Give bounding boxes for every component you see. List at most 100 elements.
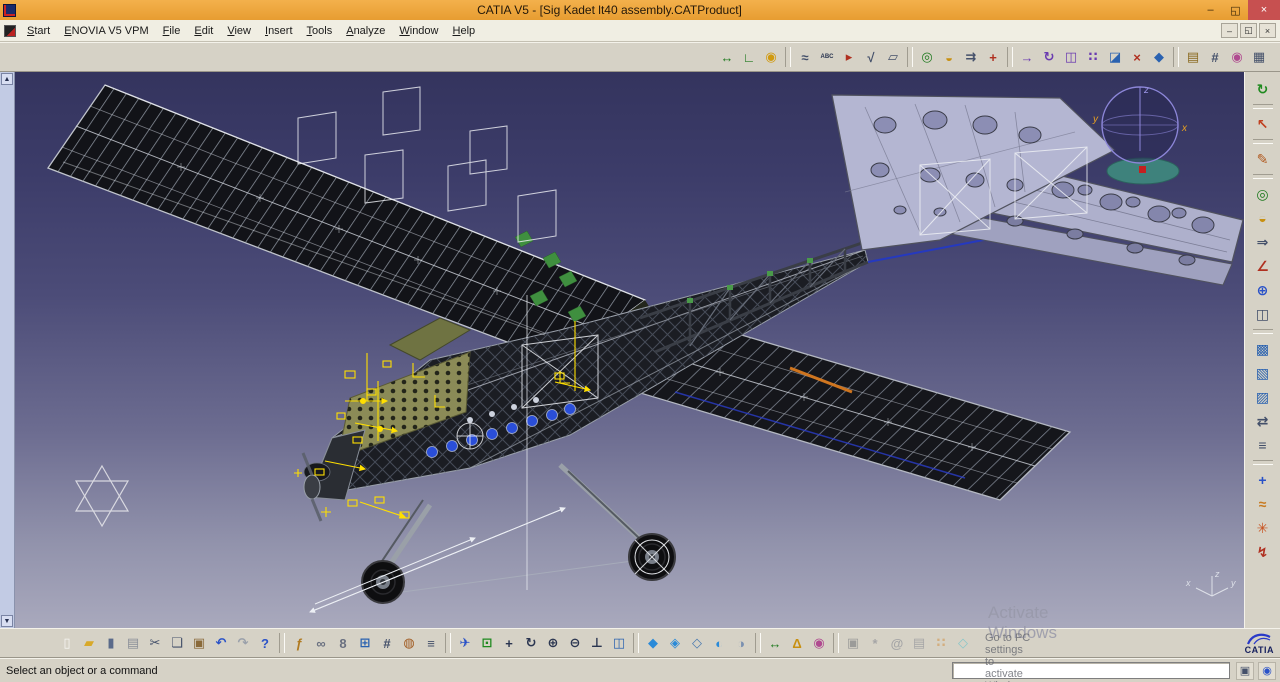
view-compass[interactable]: z y x <box>1092 85 1188 184</box>
mdi-minimize-button[interactable]: – <box>1221 23 1238 38</box>
sketcher-icon[interactable]: ✎ <box>1251 147 1275 171</box>
shading-edges-icon[interactable]: ◈ <box>664 632 686 654</box>
swept-volume-icon[interactable]: ◆ <box>1148 46 1170 68</box>
command-list-icon[interactable]: ▣ <box>1236 662 1254 680</box>
undo-icon[interactable]: ↶ <box>210 632 232 654</box>
catalog-browser-icon[interactable]: ▤ <box>1182 46 1204 68</box>
menu-help[interactable]: Help <box>446 22 483 40</box>
fix-together-icon[interactable]: ◫ <box>1251 302 1275 326</box>
specifications-icon[interactable]: ≡ <box>420 632 442 654</box>
roughness-symbol-icon[interactable]: √ <box>860 46 882 68</box>
graph-tree-reordering-icon[interactable]: ≡ <box>1251 433 1275 457</box>
redo-icon[interactable]: ↷ <box>232 632 254 654</box>
publish-icon[interactable]: @ <box>886 632 908 654</box>
measure-between-icon[interactable]: ↔ <box>764 632 786 654</box>
options-grid-icon[interactable]: ▦ <box>1248 46 1270 68</box>
product-graph-icon[interactable]: # <box>1204 46 1226 68</box>
zoom-out-icon[interactable]: ⊖ <box>564 632 586 654</box>
print-preview-icon[interactable]: ▤ <box>908 632 930 654</box>
menu-view[interactable]: View <box>220 22 258 40</box>
explode-icon[interactable]: ✳ <box>1251 516 1275 540</box>
command-input[interactable] <box>952 662 1230 679</box>
scroll-down-icon[interactable]: ▼ <box>1 615 13 627</box>
annotation-plane-icon[interactable]: ▱ <box>882 46 904 68</box>
rotate-component-icon[interactable]: ↻ <box>1038 46 1060 68</box>
menu-window[interactable]: Window <box>392 22 445 40</box>
tail-boom[interactable] <box>640 234 1015 352</box>
fix-constraint-icon[interactable]: + <box>982 46 1004 68</box>
symmetry-icon[interactable]: ◫ <box>1060 46 1082 68</box>
contact-constraint-icon[interactable]: ◒ <box>938 46 960 68</box>
copy-icon[interactable]: ❏ <box>166 632 188 654</box>
normal-view-icon[interactable]: ⊥ <box>586 632 608 654</box>
manipulation-icon[interactable]: + <box>1251 468 1275 492</box>
flag-note-icon[interactable]: ▸ <box>838 46 860 68</box>
link-manager-icon[interactable]: 8 <box>332 632 354 654</box>
apply-material-icon[interactable]: ◉ <box>1226 46 1248 68</box>
text-with-leader-icon[interactable]: ABC <box>816 46 838 68</box>
weld-feature-icon[interactable]: ≈ <box>794 46 816 68</box>
restore-button[interactable]: ◱ <box>1223 1 1248 19</box>
apply-material-icon[interactable]: ◉ <box>808 632 830 654</box>
design-table-icon[interactable]: ⊞ <box>354 632 376 654</box>
scroll-up-icon[interactable]: ▲ <box>1 73 13 85</box>
sectioning-icon[interactable]: ◪ <box>1104 46 1126 68</box>
menu-start[interactable]: Start <box>20 22 57 40</box>
knowledge-inspector-icon[interactable]: ∞ <box>310 632 332 654</box>
rotate-view-icon[interactable]: ↻ <box>520 632 542 654</box>
pan-icon[interactable]: + <box>498 632 520 654</box>
angle-constraint-icon[interactable]: ∠ <box>1251 254 1275 278</box>
update-assembly-icon[interactable]: ↻ <box>1251 77 1275 101</box>
fit-all-in-icon[interactable]: ⊡ <box>476 632 498 654</box>
offset-constraint-icon[interactable]: ⇉ <box>960 46 982 68</box>
catalog-icon[interactable]: ◍ <box>398 632 420 654</box>
datum-star[interactable] <box>76 466 128 526</box>
menu-insert[interactable]: Insert <box>258 22 300 40</box>
save-icon[interactable]: ▮ <box>100 632 122 654</box>
3d-scene[interactable]: z y x z x y <box>15 72 1244 628</box>
landing-gear[interactable] <box>362 465 675 603</box>
formula-icon[interactable]: ƒ <box>288 632 310 654</box>
new-part-icon[interactable]: ▨ <box>1251 385 1275 409</box>
mdi-close-button[interactable]: × <box>1259 23 1276 38</box>
wireframe-icon[interactable]: ◇ <box>686 632 708 654</box>
paste-icon[interactable]: ▣ <box>188 632 210 654</box>
coincidence-constraint-icon[interactable]: ◎ <box>916 46 938 68</box>
clash-icon[interactable]: ↯ <box>1251 540 1275 564</box>
select-icon[interactable]: ↖ <box>1251 112 1275 136</box>
snap-icon[interactable]: ≈ <box>1251 492 1275 516</box>
pixel-grid-icon[interactable]: ∷ <box>930 632 952 654</box>
new-document-icon[interactable]: ▯ <box>56 632 78 654</box>
clash-analysis-icon[interactable]: × <box>1126 46 1148 68</box>
open-icon[interactable]: ▰ <box>78 632 100 654</box>
offset-constraint-icon[interactable]: ⇒ <box>1251 230 1275 254</box>
power-input-icon[interactable]: ◉ <box>1258 662 1276 680</box>
hide-show-icon[interactable]: ◐ <box>708 632 730 654</box>
close-button[interactable]: × <box>1248 0 1280 20</box>
replace-component-icon[interactable]: ⇄ <box>1251 409 1275 433</box>
shading-icon[interactable]: ◆ <box>642 632 664 654</box>
menu-tools[interactable]: Tools <box>300 22 340 40</box>
render-icon[interactable]: * <box>864 632 886 654</box>
new-component-icon[interactable]: ▩ <box>1251 337 1275 361</box>
left-wing[interactable] <box>48 85 645 362</box>
reuse-pattern-icon[interactable]: ∷ <box>1082 46 1104 68</box>
swap-visible-space-icon[interactable]: ◑ <box>730 632 752 654</box>
menu-edit[interactable]: Edit <box>187 22 220 40</box>
fly-mode-icon[interactable]: ✈ <box>454 632 476 654</box>
menu-analyze[interactable]: Analyze <box>339 22 392 40</box>
minimize-button[interactable]: – <box>1198 1 1223 19</box>
camera-icon[interactable]: ▣ <box>842 632 864 654</box>
measure-item-icon[interactable]: ∟ <box>738 46 760 68</box>
whats-this-icon[interactable]: ? <box>254 632 276 654</box>
iso-view-icon[interactable]: ◇ <box>952 632 974 654</box>
zoom-in-icon[interactable]: ⊕ <box>542 632 564 654</box>
coincidence-constraint-icon[interactable]: ◎ <box>1251 182 1275 206</box>
mdi-restore-button[interactable]: ◱ <box>1240 23 1257 38</box>
contact-constraint-icon[interactable]: ◒ <box>1251 206 1275 230</box>
print-icon[interactable]: ▤ <box>122 632 144 654</box>
menu-file[interactable]: File <box>156 22 188 40</box>
measure-between-icon[interactable]: ↔ <box>716 46 738 68</box>
multi-view-icon[interactable]: ◫ <box>608 632 630 654</box>
measure-inertia-icon[interactable]: Δ <box>786 632 808 654</box>
